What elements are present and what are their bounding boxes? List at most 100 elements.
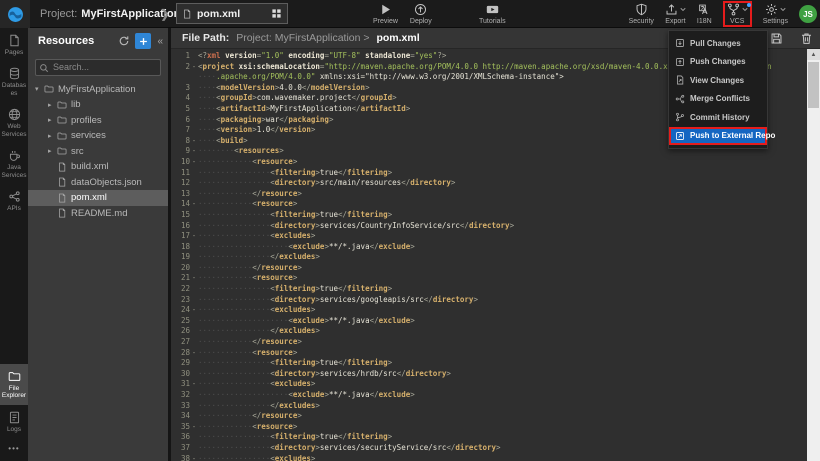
- fold-marker-icon[interactable]: -: [190, 199, 198, 210]
- code-line[interactable]: 36················<filtering>true</filte…: [171, 432, 820, 443]
- code-text: ····<version>1.0</version>: [198, 125, 315, 136]
- menu-item-merge-conflicts[interactable]: Merge Conflicts: [669, 90, 767, 109]
- code-line[interactable]: 27············</resource>: [171, 337, 820, 348]
- caret-right-icon[interactable]: ▸: [48, 132, 57, 140]
- menu-item-view-changes[interactable]: View Changes: [669, 71, 767, 90]
- tab-pom-xml[interactable]: pom.xml: [176, 3, 288, 24]
- caret-down-icon[interactable]: ▾: [35, 85, 44, 93]
- tree-item-pom.xml[interactable]: pom.xml: [28, 190, 168, 206]
- tree-item-services[interactable]: ▸services: [28, 128, 168, 144]
- fold-marker-icon[interactable]: -: [190, 348, 198, 359]
- tree-item-src[interactable]: ▸src: [28, 144, 168, 160]
- code-line[interactable]: 33················</excludes>: [171, 401, 820, 412]
- code-line[interactable]: 35-············<resource>: [171, 422, 820, 433]
- tree-item-build.xml[interactable]: build.xml: [28, 159, 168, 175]
- code-line[interactable]: 16················<directory>services/Co…: [171, 221, 820, 232]
- tree-item-profiles[interactable]: ▸profiles: [28, 113, 168, 129]
- code-line[interactable]: 32····················<exclude>**/*.java…: [171, 390, 820, 401]
- fold-marker-icon[interactable]: -: [190, 379, 198, 390]
- code-line[interactable]: 24-················<excludes>: [171, 305, 820, 316]
- fold-spacer: [190, 390, 198, 401]
- toolbar-settings-button[interactable]: Settings: [763, 3, 788, 25]
- fold-marker-icon[interactable]: -: [190, 62, 198, 73]
- code-line[interactable]: 14-············<resource>: [171, 199, 820, 210]
- toolbar-i18n-button[interactable]: I18N: [697, 3, 712, 25]
- search-input[interactable]: [35, 59, 161, 76]
- grid-icon[interactable]: [271, 8, 282, 19]
- toolbar-tutorials-button[interactable]: Tutorials: [479, 3, 506, 25]
- scroll-up-arrow-icon[interactable]: ▲: [807, 49, 820, 60]
- trash-icon[interactable]: [800, 32, 813, 45]
- code-line[interactable]: 30················<directory>services/hr…: [171, 369, 820, 380]
- toolbar-export-button[interactable]: Export: [665, 3, 686, 25]
- tab-label: pom.xml: [197, 8, 266, 20]
- menu-item-pull-changes[interactable]: Pull Changes: [669, 34, 767, 53]
- code-line[interactable]: 12················<directory>src/main/re…: [171, 178, 820, 189]
- menu-item-push-changes[interactable]: Push Changes: [669, 53, 767, 72]
- code-line[interactable]: 38-················<excludes>: [171, 454, 820, 461]
- code-line[interactable]: 17-················<excludes>: [171, 231, 820, 242]
- caret-right-icon[interactable]: ▸: [48, 101, 57, 109]
- tree-item-label: build.xml: [71, 161, 109, 172]
- code-line[interactable]: 22················<filtering>true</filte…: [171, 284, 820, 295]
- tree-item-label: lib: [71, 99, 81, 110]
- sidebar-item-file-explorer[interactable]: File Explorer: [0, 364, 28, 405]
- fold-marker-icon[interactable]: -: [190, 231, 198, 242]
- sidebar-item-databases[interactable]: Databases: [0, 61, 28, 102]
- code-line[interactable]: 13············</resource>: [171, 189, 820, 200]
- sidebar-item-apis[interactable]: APIs: [0, 184, 28, 217]
- fold-marker-icon[interactable]: -: [190, 273, 198, 284]
- tree-item-dataObjects.json[interactable]: dataObjects.json: [28, 175, 168, 191]
- code-line[interactable]: 11················<filtering>true</filte…: [171, 168, 820, 179]
- fold-marker-icon[interactable]: -: [190, 136, 198, 147]
- tree-item-lib[interactable]: ▸ lib: [28, 97, 168, 113]
- code-line[interactable]: 37················<directory>services/se…: [171, 443, 820, 454]
- user-avatar[interactable]: JS: [799, 5, 817, 23]
- menu-item-push-to-external-repo[interactable]: Push to External Repo: [669, 127, 767, 146]
- menu-item-commit-history[interactable]: Commit History: [669, 108, 767, 127]
- toolbar-vcs-button[interactable]: VCS: [727, 3, 748, 25]
- code-line[interactable]: 25····················<exclude>**/*.java…: [171, 316, 820, 327]
- code-line[interactable]: 28-············<resource>: [171, 348, 820, 359]
- fold-marker-icon[interactable]: -: [190, 157, 198, 168]
- more-options-icon[interactable]: •••: [0, 438, 28, 461]
- code-line[interactable]: 18····················<exclude>**/*.java…: [171, 242, 820, 253]
- fold-marker-icon[interactable]: -: [190, 146, 198, 157]
- refresh-icon[interactable]: [118, 35, 130, 47]
- code-line[interactable]: 20············</resource>: [171, 263, 820, 274]
- code-line[interactable]: 10-············<resource>: [171, 157, 820, 168]
- add-resource-button[interactable]: [135, 33, 151, 49]
- toolbar-deploy-button[interactable]: Deploy: [410, 3, 432, 25]
- sidebar-item-web-services[interactable]: Web Services: [0, 102, 28, 143]
- tree-item-label: README.md: [71, 208, 127, 219]
- menu-item-label: Push Changes: [690, 57, 746, 66]
- app-logo[interactable]: [0, 0, 30, 28]
- code-line[interactable]: 29················<filtering>true</filte…: [171, 358, 820, 369]
- code-line[interactable]: 21-············<resource>: [171, 273, 820, 284]
- code-line[interactable]: 31-················<excludes>: [171, 379, 820, 390]
- tree-item-MyFirstApplication[interactable]: ▾MyFirstApplication: [28, 82, 168, 98]
- code-line[interactable]: 19················</excludes>: [171, 252, 820, 263]
- code-line[interactable]: 34············</resource>: [171, 411, 820, 422]
- fold-marker-icon[interactable]: -: [190, 305, 198, 316]
- save-icon[interactable]: [770, 32, 783, 45]
- caret-right-icon[interactable]: ▸: [48, 147, 57, 155]
- sidebar-item-pages[interactable]: Pages: [0, 28, 28, 61]
- code-line[interactable]: 23················<directory>services/go…: [171, 295, 820, 306]
- scrollbar-thumb[interactable]: [808, 62, 819, 108]
- caret-right-icon[interactable]: ▸: [48, 116, 57, 124]
- sidebar-item-logs[interactable]: Logs: [0, 405, 28, 438]
- toolbar-security-button[interactable]: Security: [629, 3, 654, 25]
- code-line[interactable]: 15················<filtering>true</filte…: [171, 210, 820, 221]
- line-number: 24: [171, 305, 190, 316]
- sidebar-item-java-services[interactable]: Java Services: [0, 143, 28, 184]
- code-text: ················<filtering>true</filteri…: [198, 168, 392, 179]
- editor-scrollbar[interactable]: ▲: [807, 49, 820, 461]
- collapse-panel-icon[interactable]: «: [156, 36, 164, 47]
- code-line[interactable]: 26················</excludes>: [171, 326, 820, 337]
- toolbar-preview-button[interactable]: Preview: [373, 3, 398, 25]
- fold-marker-icon[interactable]: -: [190, 454, 198, 461]
- fold-marker-icon[interactable]: -: [190, 422, 198, 433]
- tree-item-README.md[interactable]: README.md: [28, 206, 168, 222]
- file-path-label: File Path:: [182, 32, 229, 44]
